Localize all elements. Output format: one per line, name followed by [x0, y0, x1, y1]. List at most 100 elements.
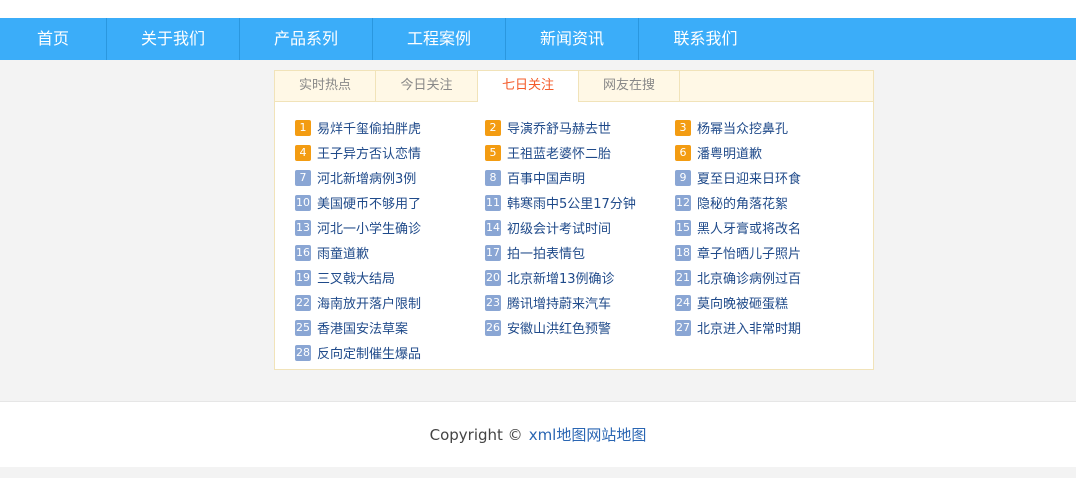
rank-badge: 26: [485, 319, 501, 336]
nav-item-cases[interactable]: 工程案例: [373, 18, 506, 60]
list-item[interactable]: 22 海南放开落户限制: [295, 290, 485, 315]
nav-item-products[interactable]: 产品系列: [240, 18, 373, 60]
list-item[interactable]: 7 河北新增病例3例: [295, 165, 485, 190]
list-item[interactable]: 28 反向定制催生爆品: [295, 340, 485, 365]
list-item-title[interactable]: 易烊千玺偷拍胖虎: [317, 118, 421, 137]
rank-badge: 28: [295, 344, 311, 361]
list-item[interactable]: 23 腾讯增持蔚来汽车: [485, 290, 675, 315]
tab-today[interactable]: 今日关注: [376, 71, 478, 101]
list-item-title[interactable]: 北京新增13例确诊: [507, 268, 615, 287]
rank-badge: 11: [485, 194, 501, 211]
rank-badge: 10: [295, 194, 311, 211]
list-item-title[interactable]: 雨童道歉: [317, 243, 369, 262]
list-item[interactable]: 18 章子怡晒儿子照片: [675, 240, 865, 265]
list-item[interactable]: 25 香港国安法草案: [295, 315, 485, 340]
list-item-title[interactable]: 王子异方否认恋情: [317, 143, 421, 162]
list-item[interactable]: 21 北京确诊病例过百: [675, 265, 865, 290]
rank-badge: 5: [485, 144, 501, 161]
list-item-title[interactable]: 北京进入非常时期: [697, 318, 801, 337]
list-item[interactable]: 27 北京进入非常时期: [675, 315, 865, 340]
footer: Copyright © xml地图网站地图: [0, 401, 1076, 467]
list-item[interactable]: 2 导演乔舒马赫去世: [485, 115, 675, 140]
tab-netizen-search[interactable]: 网友在搜: [579, 71, 680, 101]
rank-badge: 21: [675, 269, 691, 286]
rank-badge: 19: [295, 269, 311, 286]
list-item[interactable]: 13 河北一小学生确诊: [295, 215, 485, 240]
list-item-title[interactable]: 拍一拍表情包: [507, 243, 585, 262]
list-item-title[interactable]: 香港国安法草案: [317, 318, 408, 337]
list-item-title[interactable]: 北京确诊病例过百: [697, 268, 801, 287]
list-item-title[interactable]: 章子怡晒儿子照片: [697, 243, 801, 262]
list-item[interactable]: 9 夏至日迎来日环食: [675, 165, 865, 190]
nav-item-about[interactable]: 关于我们: [107, 18, 240, 60]
rank-badge: 3: [675, 119, 691, 136]
list-item-title[interactable]: 河北一小学生确诊: [317, 218, 421, 237]
list-item-title[interactable]: 导演乔舒马赫去世: [507, 118, 611, 137]
list-item-title[interactable]: 安徽山洪红色预警: [507, 318, 611, 337]
list-item[interactable]: 8 百事中国声明: [485, 165, 675, 190]
rank-badge: 7: [295, 169, 311, 186]
rank-badge: 15: [675, 219, 691, 236]
rank-badge: 18: [675, 244, 691, 261]
list-item[interactable]: 12 隐秘的角落花絮: [675, 190, 865, 215]
list-item-title[interactable]: 河北新增病例3例: [317, 168, 416, 187]
list-item[interactable]: 14 初级会计考试时间: [485, 215, 675, 240]
list-item[interactable]: 20 北京新增13例确诊: [485, 265, 675, 290]
list-item-title[interactable]: 隐秘的角落花絮: [697, 193, 788, 212]
list-item-title[interactable]: 杨幂当众挖鼻孔: [697, 118, 788, 137]
rank-badge: 22: [295, 294, 311, 311]
list-item[interactable]: 16 雨童道歉: [295, 240, 485, 265]
list-item[interactable]: 17 拍一拍表情包: [485, 240, 675, 265]
main-nav: 首页 关于我们 产品系列 工程案例 新闻资讯 联系我们: [0, 18, 1076, 60]
list-item[interactable]: 24 莫向晚被砸蛋糕: [675, 290, 865, 315]
list-item[interactable]: 6 潘粤明道歉: [675, 140, 865, 165]
list-item-title[interactable]: 潘粤明道歉: [697, 143, 762, 162]
rank-badge: 13: [295, 219, 311, 236]
list-item-title[interactable]: 百事中国声明: [507, 168, 585, 187]
hot-list: 1 易烊千玺偷拍胖虎 2 导演乔舒马赫去世 3 杨幂当众挖鼻孔 4 王子异方否认恋情 5 王祖蓝老…: [295, 115, 865, 365]
list-item-title[interactable]: 美国硬币不够用了: [317, 193, 421, 212]
list-item[interactable]: 15 黑人牙膏或将改名: [675, 215, 865, 240]
list-item-title[interactable]: 莫向晚被砸蛋糕: [697, 293, 788, 312]
list-item-title[interactable]: 海南放开落户限制: [317, 293, 421, 312]
list-item[interactable]: 1 易烊千玺偷拍胖虎: [295, 115, 485, 140]
nav-item-contact[interactable]: 联系我们: [639, 18, 772, 60]
rank-badge: 17: [485, 244, 501, 261]
list-item-title[interactable]: 夏至日迎来日环食: [697, 168, 801, 187]
nav-item-home[interactable]: 首页: [0, 18, 107, 60]
list-item[interactable]: 26 安徽山洪红色预警: [485, 315, 675, 340]
copyright-text: Copyright ©: [429, 425, 523, 444]
rank-badge: 14: [485, 219, 501, 236]
rank-badge: 6: [675, 144, 691, 161]
list-item-title[interactable]: 黑人牙膏或将改名: [697, 218, 801, 237]
rank-badge: 1: [295, 119, 311, 136]
list-item[interactable]: 10 美国硬币不够用了: [295, 190, 485, 215]
list-item-title[interactable]: 三叉戟大结局: [317, 268, 395, 287]
rank-badge: 24: [675, 294, 691, 311]
list-item[interactable]: 5 王祖蓝老婆怀二胎: [485, 140, 675, 165]
list-item-title[interactable]: 王祖蓝老婆怀二胎: [507, 143, 611, 162]
list-item-title[interactable]: 初级会计考试时间: [507, 218, 611, 237]
rank-badge: 16: [295, 244, 311, 261]
tab-realtime[interactable]: 实时热点: [275, 71, 376, 101]
rank-badge: 25: [295, 319, 311, 336]
list-item[interactable]: 3 杨幂当众挖鼻孔: [675, 115, 865, 140]
rank-badge: 12: [675, 194, 691, 211]
rank-badge: 9: [675, 169, 691, 186]
list-item[interactable]: 11 韩寒雨中5公里17分钟: [485, 190, 675, 215]
nav-item-news[interactable]: 新闻资讯: [506, 18, 639, 60]
rank-badge: 2: [485, 119, 501, 136]
list-item-title[interactable]: 腾讯增持蔚来汽车: [507, 293, 611, 312]
rank-badge: 20: [485, 269, 501, 286]
rank-badge: 8: [485, 169, 501, 186]
rank-badge: 4: [295, 144, 311, 161]
list-item[interactable]: 4 王子异方否认恋情: [295, 140, 485, 165]
list-item-title[interactable]: 反向定制催生爆品: [317, 343, 421, 362]
tab-seven-days[interactable]: 七日关注: [478, 71, 579, 102]
list-item[interactable]: 19 三叉戟大结局: [295, 265, 485, 290]
hot-search-panel: 实时热点 今日关注 七日关注 网友在搜 1 易烊千玺偷拍胖虎 2 导演乔舒马赫去世 3 杨…: [274, 70, 874, 370]
sitemap-link[interactable]: xml地图网站地图: [529, 424, 647, 445]
rank-badge: 23: [485, 294, 501, 311]
list-item-title[interactable]: 韩寒雨中5公里17分钟: [507, 193, 636, 212]
hot-tabs: 实时热点 今日关注 七日关注 网友在搜: [275, 71, 873, 102]
